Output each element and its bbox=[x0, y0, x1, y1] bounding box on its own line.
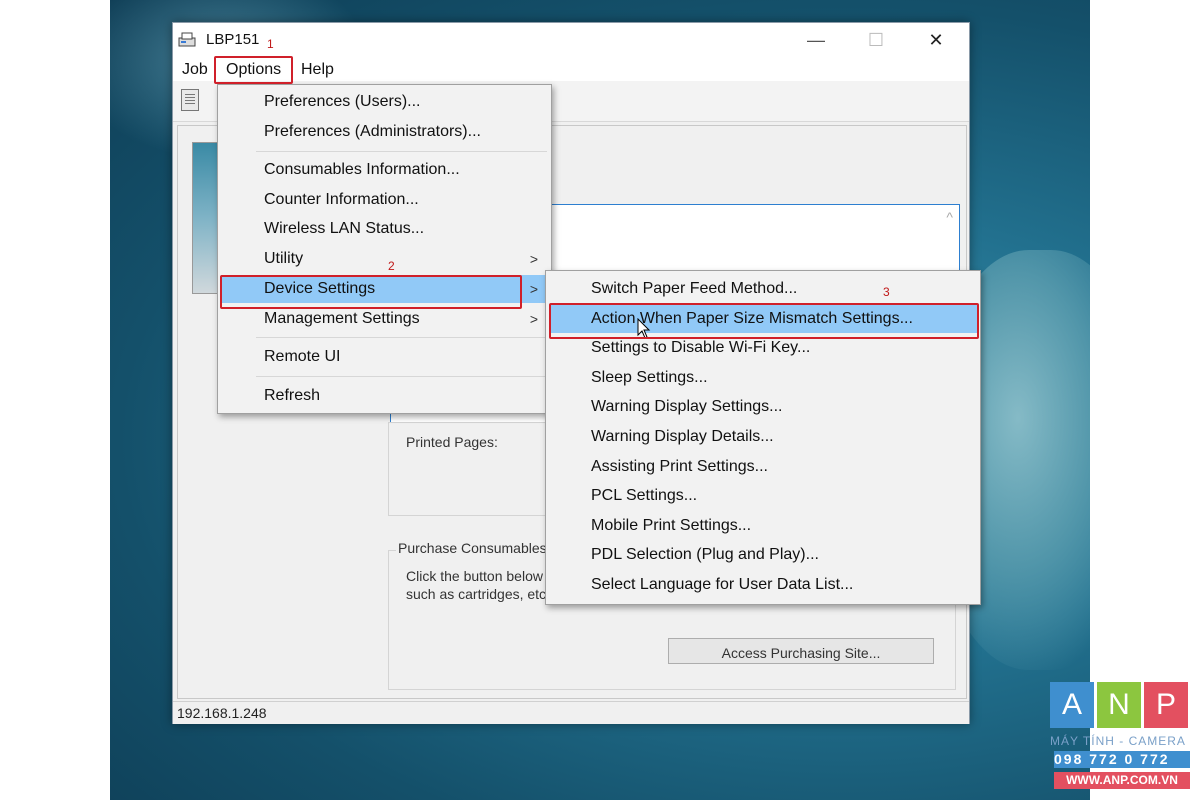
menu-separator bbox=[256, 151, 547, 152]
menu-item-label: Select Language for User Data List... bbox=[591, 576, 854, 593]
options-menu: Preferences (Users)... Preferences (Admi… bbox=[217, 84, 552, 414]
menu-item-label: Warning Display Details... bbox=[591, 428, 774, 445]
menu-item-preferences-users[interactable]: Preferences (Users)... bbox=[221, 88, 548, 116]
printed-pages-label: Printed Pages: bbox=[406, 434, 498, 450]
annotation-step-2: 2 bbox=[388, 259, 395, 273]
minimize-button[interactable]: — bbox=[794, 27, 838, 53]
logo-letters: A N P bbox=[1050, 682, 1190, 728]
annotation-box-options bbox=[214, 56, 293, 84]
menu-item-label: Wireless LAN Status... bbox=[264, 220, 425, 237]
logo-letter-n: N bbox=[1097, 682, 1141, 728]
annotation-step-3: 3 bbox=[883, 285, 890, 299]
menu-item-label: Management Settings bbox=[264, 310, 420, 327]
annotation-box-device-settings bbox=[220, 275, 522, 309]
menu-item-label: PCL Settings... bbox=[591, 487, 698, 504]
menu-item-label: Sleep Settings... bbox=[591, 369, 708, 386]
purchase-description-line1: Click the button below bbox=[406, 568, 543, 584]
ip-address: 192.168.1.248 bbox=[177, 705, 267, 721]
menu-item-label: PDL Selection (Plug and Play)... bbox=[591, 546, 819, 563]
anp-watermark-logo: A N P MÁY TÍNH - CAMERA 098 772 0 772 WW… bbox=[1050, 682, 1190, 794]
title-bar[interactable]: LBP151 — ☐ ✕ bbox=[173, 23, 969, 57]
access-purchasing-site-button[interactable]: Access Purchasing Site... bbox=[668, 638, 934, 664]
purchase-consumables-legend: Purchase Consumables bbox=[396, 540, 549, 556]
window-title: LBP151 bbox=[206, 31, 260, 48]
logo-letter-p: P bbox=[1144, 682, 1188, 728]
logo-website: WWW.ANP.COM.VN bbox=[1054, 772, 1190, 789]
submenu-item-pdl-selection[interactable]: PDL Selection (Plug and Play)... bbox=[549, 541, 977, 569]
menu-item-preferences-administrators[interactable]: Preferences (Administrators)... bbox=[221, 118, 548, 146]
menu-separator bbox=[256, 376, 547, 377]
menu-item-label: Counter Information... bbox=[264, 191, 419, 208]
menu-item-wireless-lan-status[interactable]: Wireless LAN Status... bbox=[221, 215, 548, 243]
submenu-item-sleep-settings[interactable]: Sleep Settings... bbox=[549, 364, 977, 392]
menu-item-label: Switch Paper Feed Method... bbox=[591, 280, 798, 297]
annotation-step-1: 1 bbox=[267, 37, 274, 51]
menu-item-consumables-information[interactable]: Consumables Information... bbox=[221, 156, 548, 184]
status-bar: 192.168.1.248 bbox=[173, 701, 969, 724]
chevron-right-icon: > bbox=[529, 281, 538, 297]
menu-item-label: Utility bbox=[264, 250, 304, 267]
chevron-right-icon: > bbox=[529, 311, 538, 327]
submenu-item-mobile-print[interactable]: Mobile Print Settings... bbox=[549, 512, 977, 540]
menu-item-label: Refresh bbox=[264, 387, 321, 404]
menu-help[interactable]: Help bbox=[298, 59, 337, 81]
chevron-right-icon: > bbox=[529, 251, 538, 267]
menu-item-label: Consumables Information... bbox=[264, 161, 460, 178]
submenu-item-warning-display-details[interactable]: Warning Display Details... bbox=[549, 423, 977, 451]
document-icon[interactable] bbox=[181, 89, 199, 111]
logo-phone: 098 772 0 772 bbox=[1054, 751, 1190, 768]
menu-item-management-settings[interactable]: Management Settings > bbox=[221, 305, 548, 333]
menu-item-counter-information[interactable]: Counter Information... bbox=[221, 186, 548, 214]
scroll-up-arrow-icon[interactable]: ^ bbox=[946, 209, 953, 225]
menu-item-label: Warning Display Settings... bbox=[591, 398, 783, 415]
annotation-box-paper-size-mismatch bbox=[549, 303, 979, 339]
submenu-item-pcl-settings[interactable]: PCL Settings... bbox=[549, 482, 977, 510]
submenu-item-assisting-print[interactable]: Assisting Print Settings... bbox=[549, 453, 977, 481]
menu-item-label: Settings to Disable Wi-Fi Key... bbox=[591, 339, 811, 356]
menu-item-refresh[interactable]: Refresh bbox=[221, 382, 548, 410]
purchase-description-line2: such as cartridges, etc bbox=[406, 586, 547, 602]
menu-item-remote-ui[interactable]: Remote UI bbox=[221, 343, 548, 371]
submenu-item-select-language[interactable]: Select Language for User Data List... bbox=[549, 571, 977, 599]
maximize-button[interactable]: ☐ bbox=[854, 27, 898, 53]
printer-app-icon bbox=[178, 32, 196, 47]
menu-item-label: Preferences (Users)... bbox=[264, 93, 421, 110]
right-margin bbox=[1090, 0, 1200, 800]
logo-letter-a: A bbox=[1050, 682, 1094, 728]
menu-item-label: Assisting Print Settings... bbox=[591, 458, 768, 475]
menu-job[interactable]: Job bbox=[179, 59, 211, 81]
menu-item-label: Mobile Print Settings... bbox=[591, 517, 752, 534]
menu-item-label: Remote UI bbox=[264, 348, 341, 365]
submenu-item-warning-display-settings[interactable]: Warning Display Settings... bbox=[549, 393, 977, 421]
close-button[interactable]: ✕ bbox=[914, 27, 958, 53]
logo-tagline: MÁY TÍNH - CAMERA bbox=[1050, 734, 1186, 748]
menu-item-label: Preferences (Administrators)... bbox=[264, 123, 481, 140]
left-margin bbox=[0, 0, 110, 800]
submenu-item-switch-paper-feed[interactable]: Switch Paper Feed Method... bbox=[549, 275, 977, 303]
menu-separator bbox=[256, 337, 547, 338]
menu-item-utility[interactable]: Utility > bbox=[221, 245, 548, 273]
